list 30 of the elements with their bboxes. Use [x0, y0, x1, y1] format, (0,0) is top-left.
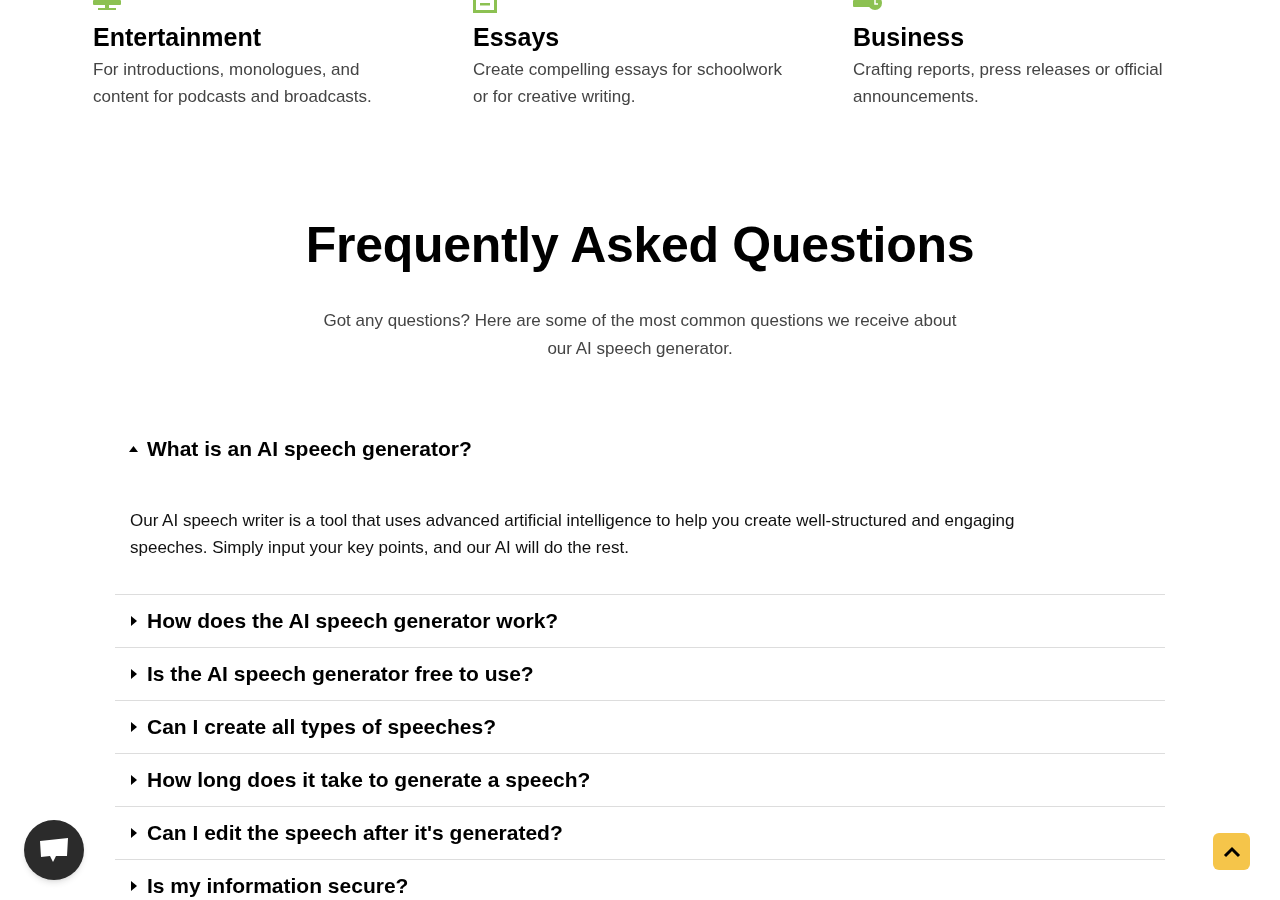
scroll-to-top-button[interactable] — [1213, 833, 1250, 870]
document-icon — [473, 0, 497, 13]
card-title: Business — [853, 22, 966, 53]
faq-question[interactable]: What is an AI speech generator? — [115, 424, 1165, 474]
faq-question[interactable]: Is my information secure? — [115, 860, 1165, 900]
faq-question[interactable]: Can I edit the speech after it's generated? — [115, 807, 1165, 859]
card-description: For introductions, monologues, and content for podcasts and broadcasts. — [93, 59, 373, 108]
caret-up-icon — [129, 446, 138, 452]
faq-question[interactable]: Can I create all types of speeches? — [115, 701, 1165, 753]
caret-right-icon — [130, 828, 137, 838]
faq-question[interactable]: How does the AI speech generator work? — [115, 595, 1165, 647]
speech-bubble-icon — [39, 837, 69, 863]
faq-question[interactable]: How long does it take to generate a speech? — [115, 754, 1165, 806]
caret-right-icon — [130, 775, 137, 785]
section-heading: Frequently Asked Questions — [304, 216, 976, 274]
caret-right-icon — [130, 616, 137, 626]
card-title: Entertainment — [93, 22, 263, 53]
section-subtitle: Got any questions? Here are some of the most common questions we receive about our AI speech generator. — [322, 310, 958, 360]
chat-button[interactable] — [24, 820, 84, 880]
chevron-up-icon — [1222, 845, 1241, 858]
caret-right-icon — [130, 669, 137, 679]
faq-answer: Our AI speech writer is a tool that uses advanced artificial intelligence to help you create well-structured and engaging speeches. Simply input your key points, and our AI will do the rest. — [129, 510, 1016, 559]
caret-right-icon — [130, 722, 137, 732]
monitor-icon — [93, 0, 121, 10]
card-title: Essays — [473, 22, 561, 53]
faq-question[interactable]: Is the AI speech generator free to use? — [115, 648, 1165, 700]
card-description: Create compelling essays for schoolwork or for creative writing. — [473, 59, 783, 108]
briefcase-clock-icon — [853, 0, 882, 10]
caret-right-icon — [130, 881, 137, 891]
card-description: Crafting reports, press releases or official announcements. — [853, 59, 1164, 108]
